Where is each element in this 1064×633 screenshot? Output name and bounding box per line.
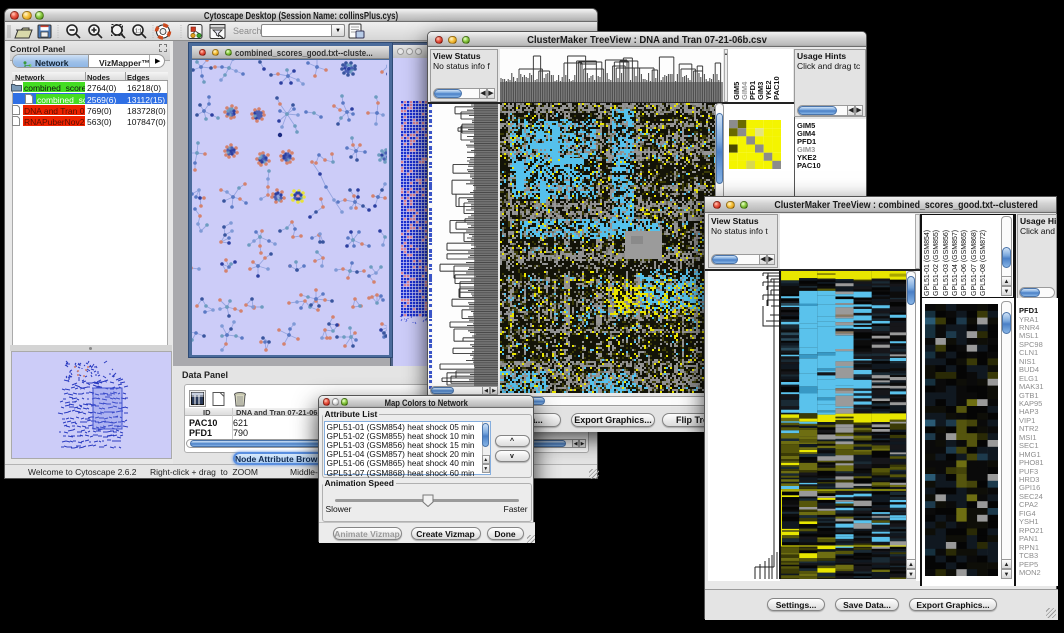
- svg-text:1:1: 1:1: [135, 29, 142, 35]
